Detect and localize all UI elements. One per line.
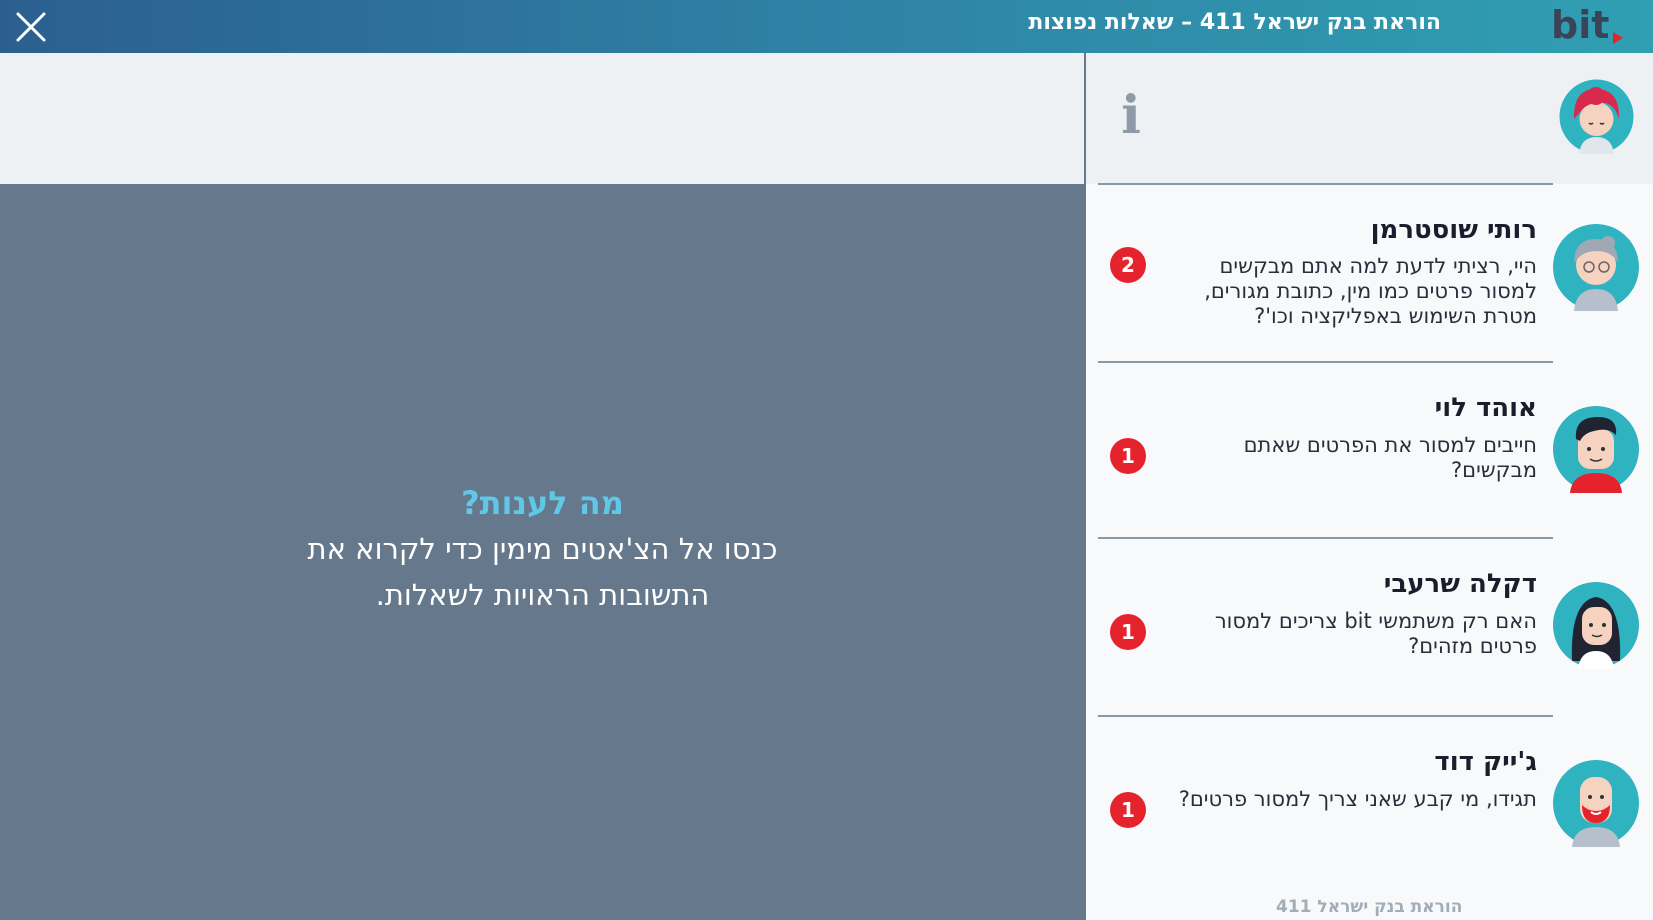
unread-badge: 1: [1110, 792, 1146, 828]
close-button[interactable]: [12, 8, 50, 46]
avatar-ruti: [1552, 223, 1640, 311]
prompt-text: כנסו אל הצ'אטים מימין כדי לקרוא את התשוב…: [307, 532, 778, 612]
empty-state-prompt: מה לענות? כנסו אל הצ'אטים מימין כדי לקרו…: [0, 480, 1085, 618]
logo-text: bit: [1551, 3, 1609, 47]
sidebar-header: i: [1086, 53, 1653, 184]
avatar-jake: [1552, 759, 1640, 847]
page-title: הוראת בנק ישראל 411 – שאלות נפוצות: [1028, 10, 1441, 35]
avatar-ohad: [1552, 405, 1640, 493]
chat-name: דקלה שרעבי: [1383, 569, 1537, 599]
footer-link[interactable]: הוראת בנק ישראל 411: [1276, 897, 1462, 917]
info-icon[interactable]: i: [1116, 90, 1146, 142]
chat-name: אוהד לוי: [1434, 393, 1537, 423]
user-avatar[interactable]: [1559, 79, 1634, 154]
unread-badge: 1: [1110, 614, 1146, 650]
chat-item-ohad[interactable]: אוהד לוי חייבים למסור את הפרטים שאתם מבק…: [1086, 363, 1653, 539]
prompt-title: מה לענות?: [461, 484, 624, 522]
avatar-dikla: [1552, 581, 1640, 669]
chat-message: תגידו, מי קבע שאני צריך למסור פרטים?: [1178, 787, 1537, 811]
unread-badge: 1: [1110, 438, 1146, 474]
chat-message: חייבים למסור את הפרטים שאתם מבקשים?: [1243, 433, 1537, 482]
bit-logo: bit: [1547, 2, 1631, 48]
chat-item-ruti[interactable]: רותי שוסטרמן היי, רציתי לדעת למה אתם מבק…: [1086, 185, 1653, 361]
chat-message: היי, רציתי לדעת למה אתם מבקשים למסור פרט…: [1204, 254, 1537, 328]
close-icon[interactable]: [12, 8, 50, 46]
chat-item-dikla[interactable]: דקלה שרעבי האם רק משתמשי bit צריכים למסו…: [1086, 539, 1653, 715]
unread-badge: 2: [1110, 247, 1146, 283]
chat-name: ג'ייק דוד: [1434, 747, 1537, 777]
top-bar: הוראת בנק ישראל 411 – שאלות נפוצות bit: [0, 0, 1653, 53]
content-header-area: [0, 53, 1085, 184]
chat-name: רותי שוסטרמן: [1370, 215, 1537, 245]
chat-item-jake[interactable]: ג'ייק דוד תגידו, מי קבע שאני צריך למסור …: [1086, 717, 1653, 893]
chat-message: האם רק משתמשי bit צריכים למסור פרטים מזה…: [1214, 609, 1537, 658]
chat-sidebar: i רותי שוסטרמן היי, רציתי לדעת למה אתם מ…: [1086, 53, 1653, 920]
